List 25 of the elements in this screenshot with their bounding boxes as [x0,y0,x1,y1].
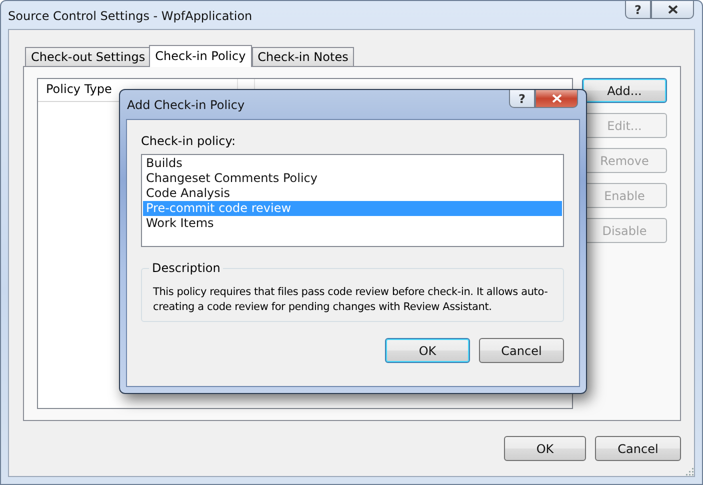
window-title: Source Control Settings - WpfApplication [8,9,254,23]
tab[interactable]: Check-out Settings [25,47,152,66]
dialog-button[interactable]: OK [504,436,586,461]
close-button[interactable] [535,90,578,108]
description-text: This policy requires that files pass code review before check-in. It allows auto-creating a code review for pending changes with Review Assistant. [153,285,549,315]
dialog-button[interactable]: Cancel [595,436,681,461]
help-button[interactable]: ? [625,1,651,19]
tab[interactable]: Check-in Policy [149,45,252,67]
close-icon [668,5,678,14]
list-item[interactable]: Code Analysis [143,186,562,201]
policy-listbox[interactable]: Builds Changeset Comments Policy Code Analysis Pre-commit code review Work Items [141,154,564,247]
help-button[interactable]: ? [509,90,535,108]
dialog-button[interactable]: OK [385,338,470,363]
resize-grip-icon[interactable] [684,466,694,476]
list-item[interactable]: Builds [143,156,562,171]
dialog-button[interactable]: Cancel [479,338,564,363]
list-item[interactable]: Work Items [143,216,562,231]
group-title: Description [151,261,222,275]
close-icon [552,94,562,103]
list-label: Check-in policy: [141,134,236,148]
tab[interactable]: Check-in Notes [252,47,354,66]
action-button[interactable]: Add... [582,78,667,103]
list-item[interactable]: Changeset Comments Policy [143,171,562,186]
dialog-title: Add Check-in Policy [127,98,246,112]
close-button[interactable] [651,1,694,19]
